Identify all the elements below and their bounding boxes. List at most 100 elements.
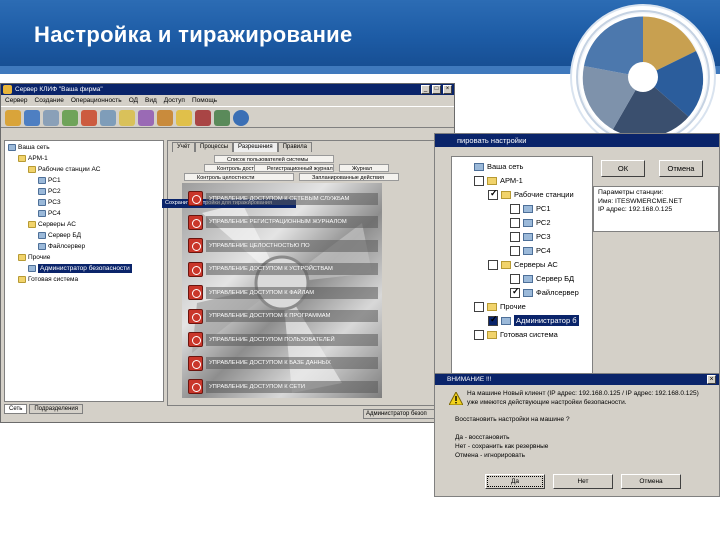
open-icon[interactable] (5, 110, 21, 126)
stop-icon[interactable] (188, 214, 203, 230)
yes-button[interactable]: Да (485, 474, 545, 489)
tree-item[interactable]: Сервер БД (38, 231, 81, 240)
target-tree-item-selected[interactable]: Администратор б (488, 314, 579, 326)
checkbox[interactable] (488, 259, 498, 270)
checkbox-checked[interactable] (488, 188, 498, 200)
target-tree-item[interactable]: АРМ-1 (474, 175, 523, 186)
target-tree-item[interactable]: РС3 (510, 231, 551, 242)
stop-icon[interactable] (188, 308, 203, 324)
attention-dialog-titlebar[interactable]: ВНИМАНИЕ !!! × (435, 374, 719, 385)
menu-item[interactable]: Помощь (192, 95, 217, 106)
menu-item[interactable]: Операционность (71, 95, 122, 106)
tree-item[interactable]: Рабочие станции АС (28, 165, 100, 174)
tab-rules[interactable]: Правила (277, 142, 312, 152)
tree-item[interactable]: Прочие (18, 253, 50, 262)
target-tree-item[interactable]: Сервер БД (510, 273, 574, 284)
stop-icon[interactable] (188, 261, 203, 277)
checkbox[interactable] (510, 203, 520, 214)
folder-icon (18, 254, 26, 261)
menu-item[interactable]: Вид (145, 95, 157, 106)
tab-processes[interactable]: Процессы (195, 142, 234, 152)
target-tree-item[interactable]: РС2 (510, 217, 551, 228)
tab-permissions[interactable]: Разрешения (233, 142, 278, 152)
tab-network[interactable]: Сеть (4, 404, 28, 414)
checkbox[interactable] (510, 217, 520, 228)
target-tree-item[interactable]: Ваша сеть (474, 161, 523, 172)
target-tree-item[interactable]: Рабочие станции (488, 188, 574, 200)
target-tree-item[interactable]: Файлсервер (510, 286, 579, 298)
folder-icon[interactable] (119, 110, 135, 126)
checkbox[interactable] (474, 301, 484, 312)
menu-grid-item[interactable]: Контроль целостности (184, 173, 294, 181)
cancel-button[interactable]: Отмена (659, 160, 703, 177)
menu-item[interactable]: Создание (35, 95, 64, 106)
checkbox[interactable] (510, 245, 520, 256)
action-row-label[interactable]: УПРАВЛЕНИЕ ДОСТУПОМ К ФАЙЛАМ (206, 286, 378, 299)
main-window-titlebar[interactable]: Сервер КЛИФ "Ваша фирма" _ □ × (1, 84, 454, 95)
action-row-label[interactable]: УПРАВЛЕНИЕ ЦЕЛОСТНОСТЬЮ ПО (206, 239, 378, 252)
menu-item[interactable]: Доступ (164, 95, 185, 106)
target-tree-item[interactable]: Серверы АС (488, 259, 558, 270)
checkbox[interactable] (474, 175, 484, 186)
stop-icon[interactable] (188, 191, 203, 206)
action-row-label[interactable]: УПРАВЛЕНИЕ ДОСТУПОМ ПОЛЬЗОВАТЕЛЕЙ (206, 333, 378, 346)
action-row-label[interactable]: УПРАВЛЕНИЕ ДОСТУПОМ К СЕТЕВЫМ СЛУЖБАМ (206, 192, 378, 205)
users-icon[interactable] (81, 110, 97, 126)
tab-departments[interactable]: Подразделения (29, 404, 83, 414)
tree-item[interactable]: РС4 (38, 209, 61, 218)
stop-icon[interactable] (188, 379, 203, 394)
no-button[interactable]: Нет (553, 474, 613, 489)
tree-item[interactable]: Готовая система (18, 275, 78, 284)
settings-icon[interactable] (138, 110, 154, 126)
action-row-label[interactable]: УПРАВЛЕНИЕ ДОСТУПОМ К БАЗЕ ДАННЫХ (206, 357, 378, 369)
stop-icon[interactable] (188, 285, 203, 300)
action-row-label[interactable]: УПРАВЛЕНИЕ РЕГИСТРАЦИОННЫМ ЖУРНАЛОМ (206, 216, 378, 228)
tree-item-selected[interactable]: Администратор безопасности (28, 264, 132, 273)
tree-item[interactable]: Серверы АС (28, 220, 76, 229)
help-icon[interactable] (233, 110, 249, 126)
menu-grid-item[interactable]: Журнал (339, 164, 389, 172)
cancel-button[interactable]: Отмена (621, 474, 681, 489)
checkbox[interactable] (510, 231, 520, 242)
target-tree-item[interactable]: РС1 (510, 203, 551, 214)
stop-icon[interactable] (188, 238, 203, 253)
menu-grid-item[interactable]: Запланированные действия (299, 173, 399, 181)
action-row-label[interactable]: УПРАВЛЕНИЕ ДОСТУПОМ К СЕТИ (206, 380, 378, 393)
stop-icon[interactable] (188, 355, 203, 371)
tree-item[interactable]: РС1 (38, 176, 61, 185)
checkbox[interactable] (474, 329, 484, 340)
key-icon[interactable] (157, 110, 173, 126)
copy-dialog-title[interactable]: пировать настройки (435, 134, 719, 147)
save-icon[interactable] (24, 110, 40, 126)
stop-icon[interactable] (188, 332, 203, 347)
target-tree-item[interactable]: РС4 (510, 245, 551, 256)
action-row-label[interactable]: УПРАВЛЕНИЕ ДОСТУПОМ К УСТРОЙСТВАМ (206, 263, 378, 275)
tree-item[interactable]: Файлсервер (38, 242, 85, 251)
action-row-label[interactable]: УПРАВЛЕНИЕ ДОСТУПОМ К ПРОГРАММАМ (206, 310, 378, 322)
computer-icon[interactable] (43, 110, 59, 126)
menu-grid-item[interactable]: Регистрационный журнал (254, 164, 334, 172)
lock-icon[interactable] (176, 110, 192, 126)
tools-icon[interactable] (195, 110, 211, 126)
maximize-icon[interactable]: □ (432, 85, 441, 94)
menu-item[interactable]: ОД (129, 95, 138, 106)
tree-item[interactable]: РС2 (38, 187, 61, 196)
tree-item[interactable]: Ваша сеть (8, 143, 50, 152)
checkbox-checked[interactable] (510, 286, 520, 298)
network-icon[interactable] (100, 110, 116, 126)
tree-item[interactable]: РС3 (38, 198, 61, 207)
close-icon[interactable]: × (707, 375, 716, 384)
checkbox[interactable] (510, 273, 520, 284)
target-tree-item[interactable]: Прочие (474, 301, 526, 312)
checkbox-checked[interactable] (488, 314, 498, 326)
target-tree-item[interactable]: Готовая система (474, 329, 558, 340)
minimize-icon[interactable]: _ (421, 85, 430, 94)
add-icon[interactable] (62, 110, 78, 126)
tab-accounting[interactable]: Учёт (172, 142, 196, 152)
tree-item[interactable]: АРМ-1 (18, 154, 48, 163)
refresh-icon[interactable] (214, 110, 230, 126)
close-icon[interactable]: × (443, 85, 452, 94)
menu-item[interactable]: Сервер (5, 95, 28, 106)
ok-button[interactable]: ОК (601, 160, 645, 177)
menu-grid-item[interactable]: Список пользователей системы (214, 155, 334, 163)
